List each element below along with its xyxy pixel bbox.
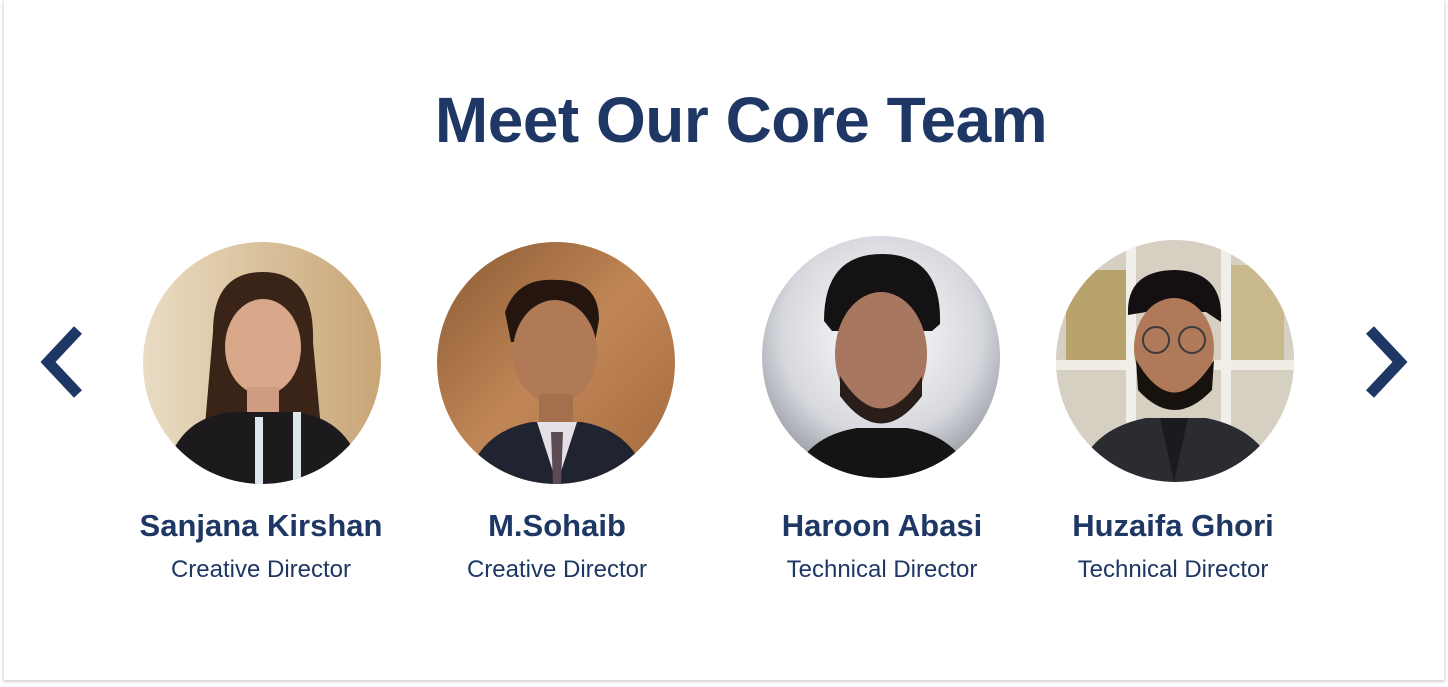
member-role: Technical Director bbox=[1077, 556, 1269, 583]
member-role: Creative Director bbox=[466, 556, 648, 583]
team-member-card[interactable]: Haroon Abasi Technical Director bbox=[732, 0, 1032, 620]
avatar bbox=[437, 242, 675, 484]
member-role: Technical Director bbox=[786, 556, 978, 583]
team-section: Meet Our Core Team Sanjana Kirshan Creat… bbox=[3, 0, 1445, 680]
member-name: Sanjana Kirshan bbox=[139, 508, 383, 543]
carousel-prev-button[interactable] bbox=[34, 318, 90, 410]
member-role: Creative Director bbox=[170, 556, 352, 583]
team-member-card[interactable]: M.Sohaib Creative Director bbox=[407, 0, 707, 620]
team-member-card[interactable]: Sanjana Kirshan Creative Director bbox=[111, 0, 411, 620]
avatar bbox=[1056, 240, 1294, 482]
avatar bbox=[143, 242, 381, 484]
member-name: Haroon Abasi bbox=[781, 508, 983, 543]
team-member-card[interactable]: Huzaifa Ghori Technical Director bbox=[1023, 0, 1323, 620]
avatar bbox=[762, 236, 1000, 478]
chevron-right-icon bbox=[1362, 324, 1410, 405]
carousel-next-button[interactable] bbox=[1358, 318, 1414, 410]
chevron-left-icon bbox=[38, 324, 86, 405]
member-name: M.Sohaib bbox=[488, 508, 626, 543]
member-name: Huzaifa Ghori bbox=[1072, 508, 1274, 543]
